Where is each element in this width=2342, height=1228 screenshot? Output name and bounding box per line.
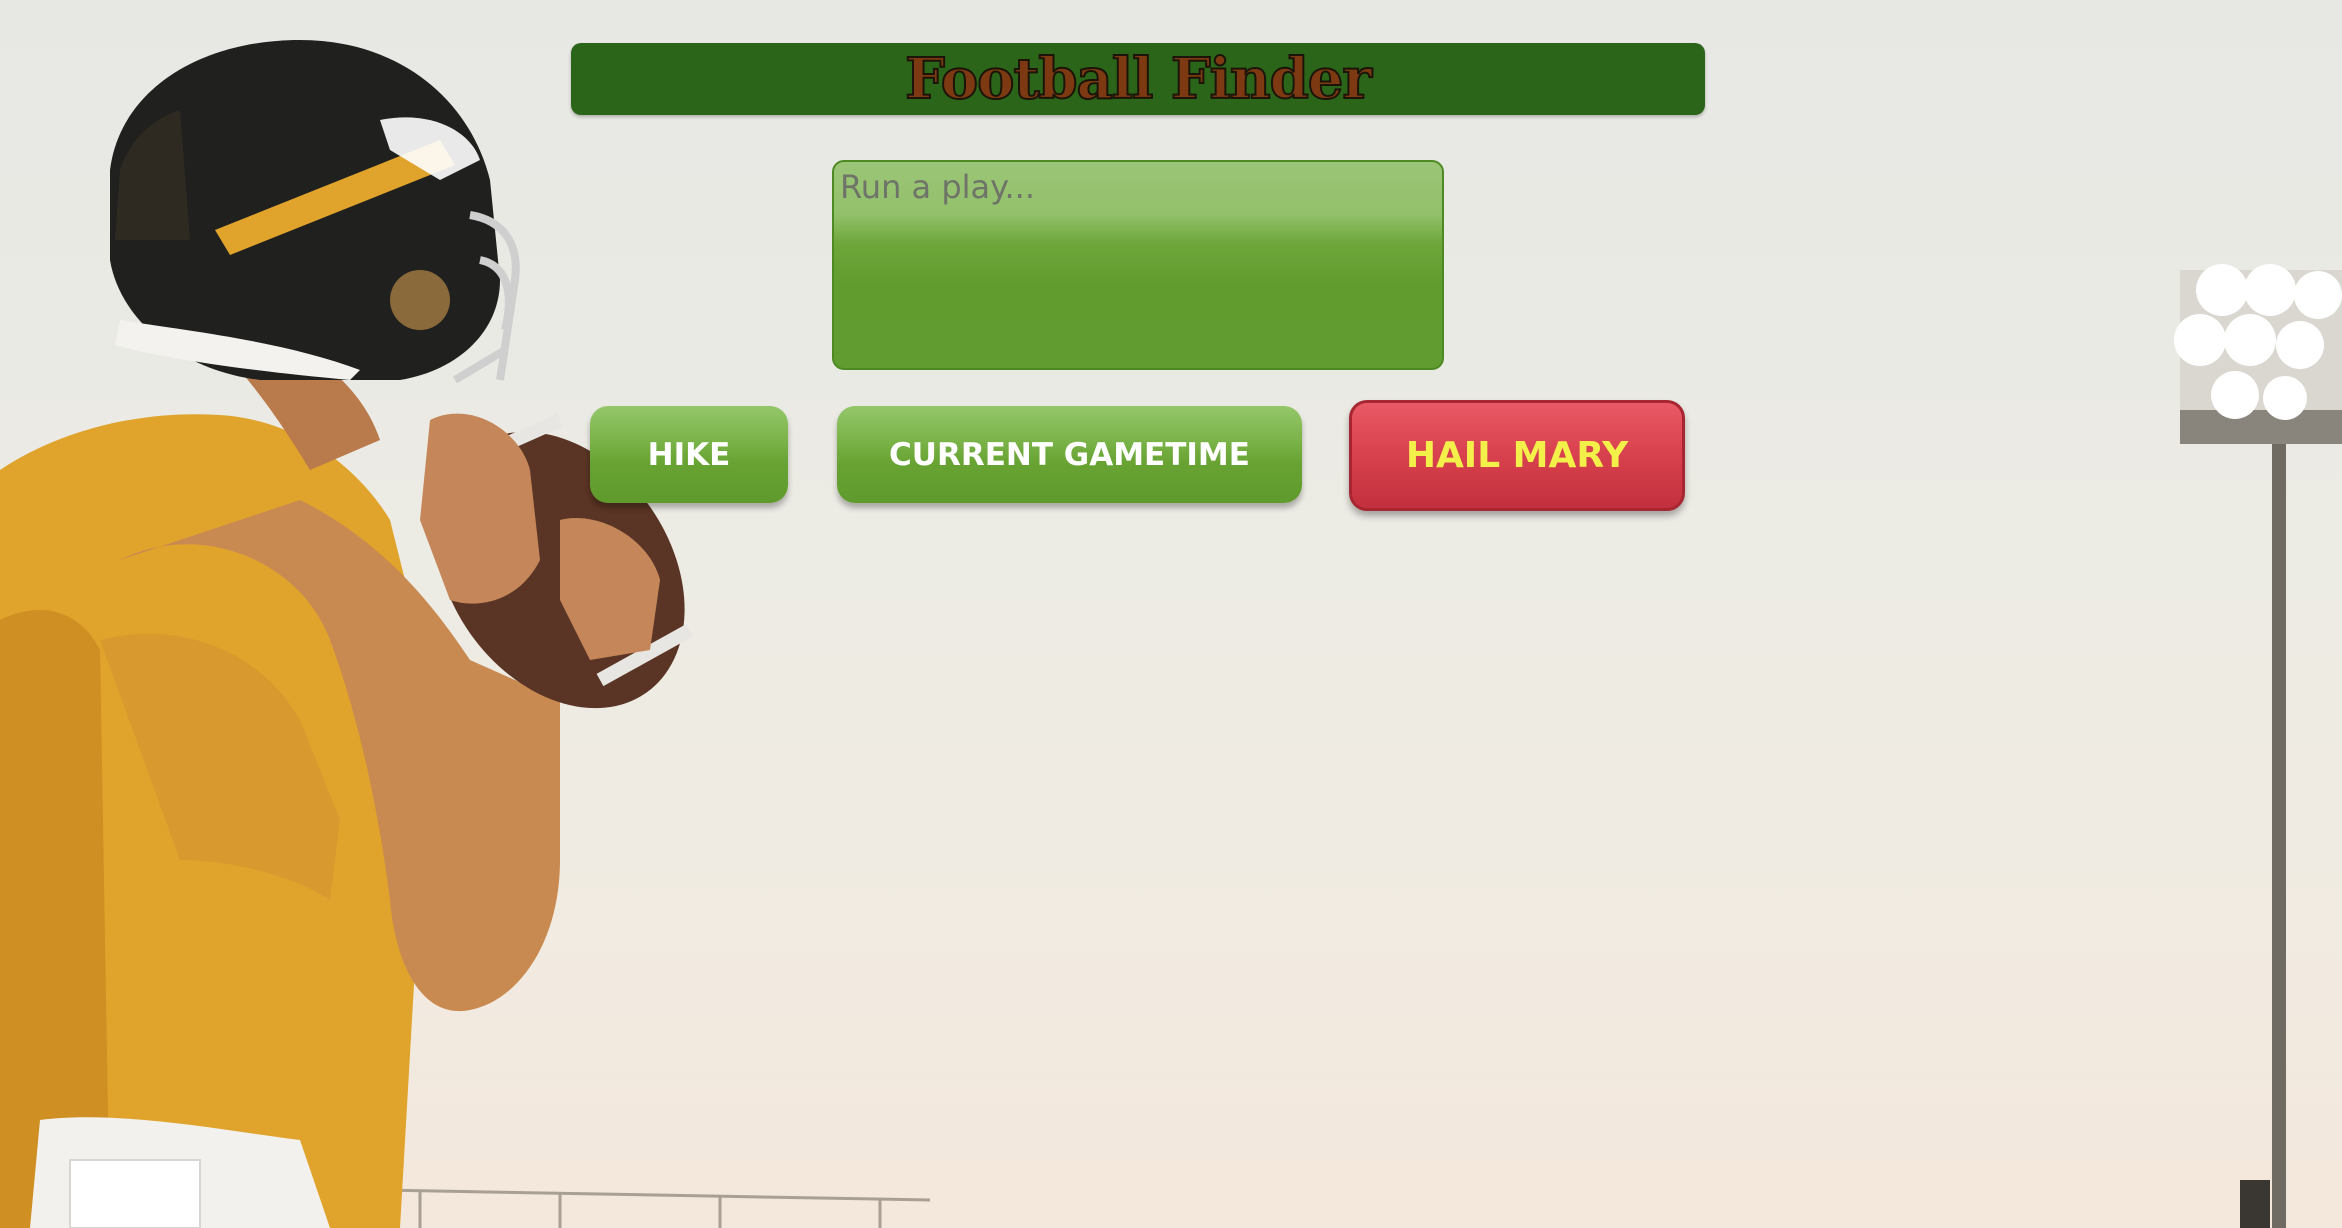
stadium-light-icon: [2174, 264, 2342, 1228]
hail-mary-button[interactable]: HAIL MARY: [1349, 400, 1685, 511]
app-title: Football Finder: [904, 45, 1373, 113]
app-header: Football Finder: [571, 43, 1705, 115]
hike-button[interactable]: HIKE: [590, 406, 788, 503]
current-gametime-button[interactable]: CURRENT GAMETIME: [837, 406, 1302, 503]
play-input[interactable]: [832, 160, 1444, 370]
